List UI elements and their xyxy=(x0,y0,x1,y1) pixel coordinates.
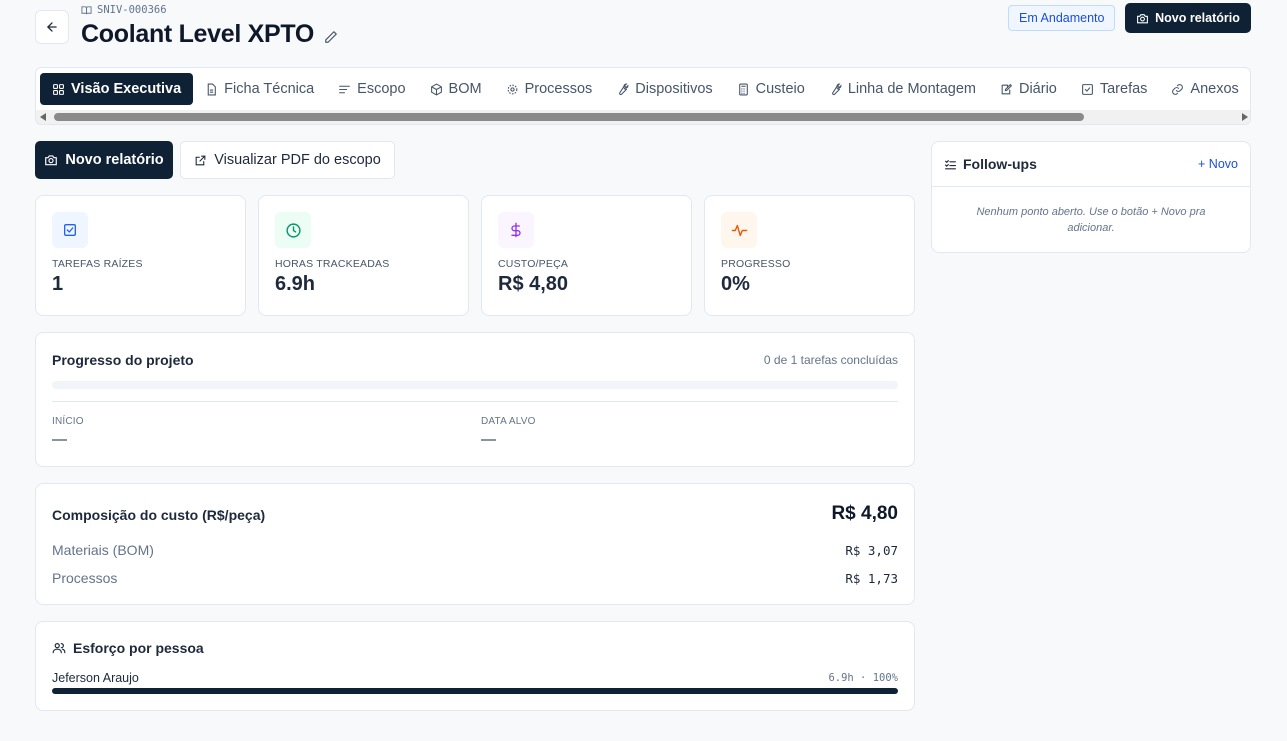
followups-panel: Follow-ups + Novo Nenhum ponto aberto. U… xyxy=(931,141,1251,253)
cost-row-value: R$ 3,07 xyxy=(845,543,898,558)
tab-label: Processos xyxy=(524,81,593,97)
project-code: SNIV-000366 xyxy=(97,4,167,16)
camera-icon xyxy=(1137,13,1149,23)
progress-track xyxy=(52,381,898,389)
status-badge: Em Andamento xyxy=(1008,5,1116,31)
stat-card-cost: CUSTO/PEÇA R$ 4,80 xyxy=(481,195,692,316)
cost-title: Composição do custo (R$/peça) xyxy=(52,507,266,523)
effort-title: Esforço por pessoa xyxy=(73,640,204,656)
scroll-thumb[interactable] xyxy=(54,113,1084,121)
dollar-icon xyxy=(498,212,534,248)
pencil-icon[interactable] xyxy=(324,30,338,44)
tab-label: Linha de Montagem xyxy=(847,81,976,97)
page-title: Coolant Level XPTO xyxy=(81,20,315,48)
scroll-left-arrow[interactable] xyxy=(40,113,46,121)
tab-label: Escopo xyxy=(357,81,406,97)
document-icon xyxy=(205,83,218,96)
stat-label: TAREFAS RAÍZES xyxy=(52,258,143,270)
person-name: Jeferson Araujo xyxy=(52,671,139,685)
stat-value: 0% xyxy=(721,273,750,295)
tab-custeio[interactable]: Custeio xyxy=(725,73,817,105)
tab-label: Ficha Técnica xyxy=(224,81,315,97)
header-new-report-button[interactable]: Novo relatório xyxy=(1125,3,1251,33)
camera-icon xyxy=(45,155,58,166)
gear-icon xyxy=(506,83,519,96)
cost-composition-card: Composição do custo (R$/peça) R$ 4,80 Ma… xyxy=(35,483,915,605)
followups-title: Follow-ups xyxy=(963,156,1037,172)
new-report-button[interactable]: Novo relatório xyxy=(35,141,173,179)
cost-row-value: R$ 1,73 xyxy=(845,571,898,586)
external-link-icon xyxy=(195,155,206,165)
tab-scrollbar[interactable] xyxy=(36,110,1250,124)
tab-label: Anexos xyxy=(1190,81,1239,97)
start-value: — xyxy=(52,431,67,448)
tab-escopo[interactable]: Escopo xyxy=(326,73,417,105)
stat-card-progress: PROGRESSO 0% xyxy=(704,195,915,316)
tab-tarefas[interactable]: Tarefas xyxy=(1069,73,1160,105)
tab-di-rio[interactable]: Diário xyxy=(988,73,1069,105)
target-label: DATA ALVO xyxy=(481,416,536,427)
tab-processos[interactable]: Processos xyxy=(494,73,605,105)
divider xyxy=(52,401,898,402)
stat-label: PROGRESSO xyxy=(721,258,791,270)
tab-bom[interactable]: BOM xyxy=(418,73,494,105)
effort-card: Esforço por pessoa Jeferson Araujo 6.9h … xyxy=(35,621,915,711)
person-effort-value: 6.9h · 100% xyxy=(828,672,898,684)
scroll-right-arrow[interactable] xyxy=(1242,113,1248,121)
tab-label: Tarefas xyxy=(1099,81,1148,97)
tab-label: Diário xyxy=(1018,81,1057,97)
view-pdf-label: Visualizar PDF do escopo xyxy=(214,152,381,168)
calculator-icon xyxy=(737,83,750,96)
progress-title: Progresso do projeto xyxy=(52,352,194,368)
box-icon xyxy=(430,83,443,96)
grid-icon xyxy=(52,83,65,96)
tab-label: BOM xyxy=(448,81,482,97)
wrench-icon xyxy=(616,83,629,96)
stat-card-hours: HORAS TRACKEADAS 6.9h xyxy=(258,195,469,316)
stat-value: 1 xyxy=(52,273,64,295)
tab-dispositivos[interactable]: Dispositivos xyxy=(604,73,724,105)
wrench-icon xyxy=(829,83,842,96)
arrow-left-icon xyxy=(47,22,57,32)
view-pdf-button[interactable]: Visualizar PDF do escopo xyxy=(180,141,395,179)
stat-card-tasks: TAREFAS RAÍZES 1 xyxy=(35,195,246,316)
back-button[interactable] xyxy=(35,10,69,44)
tab-linha-de-montagem[interactable]: Linha de Montagem xyxy=(817,73,988,105)
cost-row-label: Processos xyxy=(52,570,118,586)
tab-bar: Visão Executiva Ficha Técnica Escopo BOM Pro… xyxy=(35,67,1251,125)
tab-anexos[interactable]: Anexos xyxy=(1159,73,1250,105)
link-icon xyxy=(1171,83,1184,96)
checkbox-icon xyxy=(1081,83,1094,96)
target-value: — xyxy=(481,431,496,448)
stat-value: 6.9h xyxy=(275,273,316,295)
tab-label: Visão Executiva xyxy=(71,81,182,97)
tab-label: Custeio xyxy=(755,81,805,97)
cost-row-label: Materiais (BOM) xyxy=(52,542,154,558)
stat-value: R$ 4,80 xyxy=(498,273,569,295)
tab-ficha-t-cnica[interactable]: Ficha Técnica xyxy=(193,73,326,105)
header-new-report-label: Novo relatório xyxy=(1155,11,1240,25)
list-check-icon xyxy=(945,159,956,169)
align-left-icon xyxy=(338,83,351,96)
progress-summary: 0 de 1 tarefas concluídas xyxy=(763,353,898,367)
effort-track xyxy=(52,688,898,694)
project-progress-card: Progresso do projeto 0 de 1 tarefas conc… xyxy=(35,332,915,467)
book-icon xyxy=(81,5,92,14)
activity-icon xyxy=(721,212,757,248)
stat-label: CUSTO/PEÇA xyxy=(498,258,569,270)
project-code-row: SNIV-000366 xyxy=(81,4,167,16)
start-label: INÍCIO xyxy=(52,416,84,427)
new-report-label: Novo relatório xyxy=(65,152,164,168)
users-icon xyxy=(52,643,66,654)
stat-label: HORAS TRACKEADAS xyxy=(275,258,390,270)
tab-label: Dispositivos xyxy=(635,81,713,97)
effort-fill xyxy=(52,688,898,694)
cost-total: R$ 4,80 xyxy=(831,503,898,524)
tab-vis-o-executiva[interactable]: Visão Executiva xyxy=(40,73,194,105)
followups-empty-state: Nenhum ponto aberto. Use o botão + Novo … xyxy=(976,206,1206,234)
check-square-icon xyxy=(52,212,88,248)
followups-new-button[interactable]: + Novo xyxy=(1198,157,1238,171)
clock-icon xyxy=(275,212,311,248)
edit-icon xyxy=(1000,83,1013,96)
